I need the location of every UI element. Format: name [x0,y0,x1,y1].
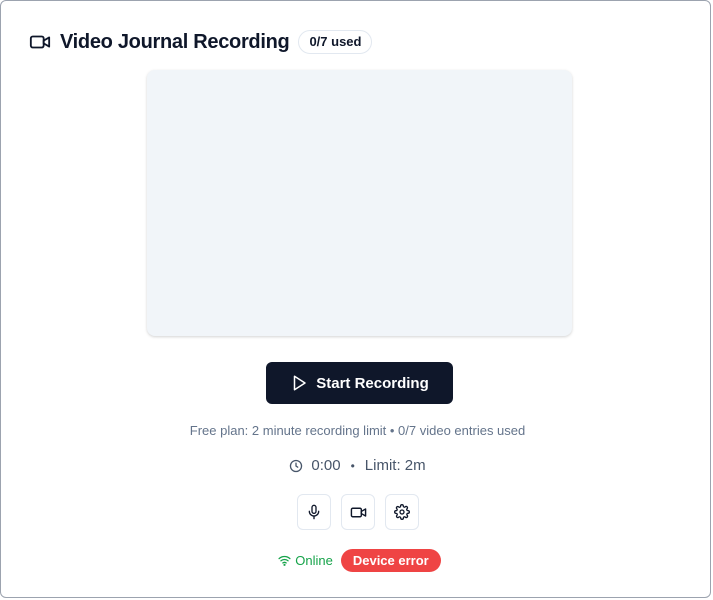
plan-info: Free plan: 2 minute recording limit • 0/… [189,423,526,438]
gear-icon [394,504,410,520]
start-recording-button[interactable]: Start Recording [266,362,453,404]
clock-icon [289,459,303,473]
video-camera-icon [350,504,367,521]
page-title: Video Journal Recording [60,30,290,53]
usage-badge: 0/7 used [298,30,373,54]
start-recording-label: Start Recording [316,374,429,392]
connection-label: Online [295,553,333,568]
play-icon [290,374,308,392]
video-camera-icon [29,31,51,53]
settings-button[interactable] [385,494,419,530]
timer-separator: • [350,458,355,473]
microphone-button[interactable] [297,494,331,530]
time-limit: Limit: 2m [364,457,426,474]
connection-status: Online [278,553,333,568]
wifi-icon [278,554,291,567]
app-window: Video Journal Recording 0/7 used Start R… [0,0,711,598]
device-controls [297,494,419,530]
device-error-badge: Device error [340,549,441,572]
status-row: Online Device error [1,549,713,572]
camera-button[interactable] [341,494,375,530]
timer-value: 0:00 [311,457,341,474]
microphone-icon [306,504,322,520]
video-preview [147,70,572,336]
header: Video Journal Recording 0/7 used [29,30,373,54]
timer-row: 0:00 • Limit: 2m [1,457,713,474]
